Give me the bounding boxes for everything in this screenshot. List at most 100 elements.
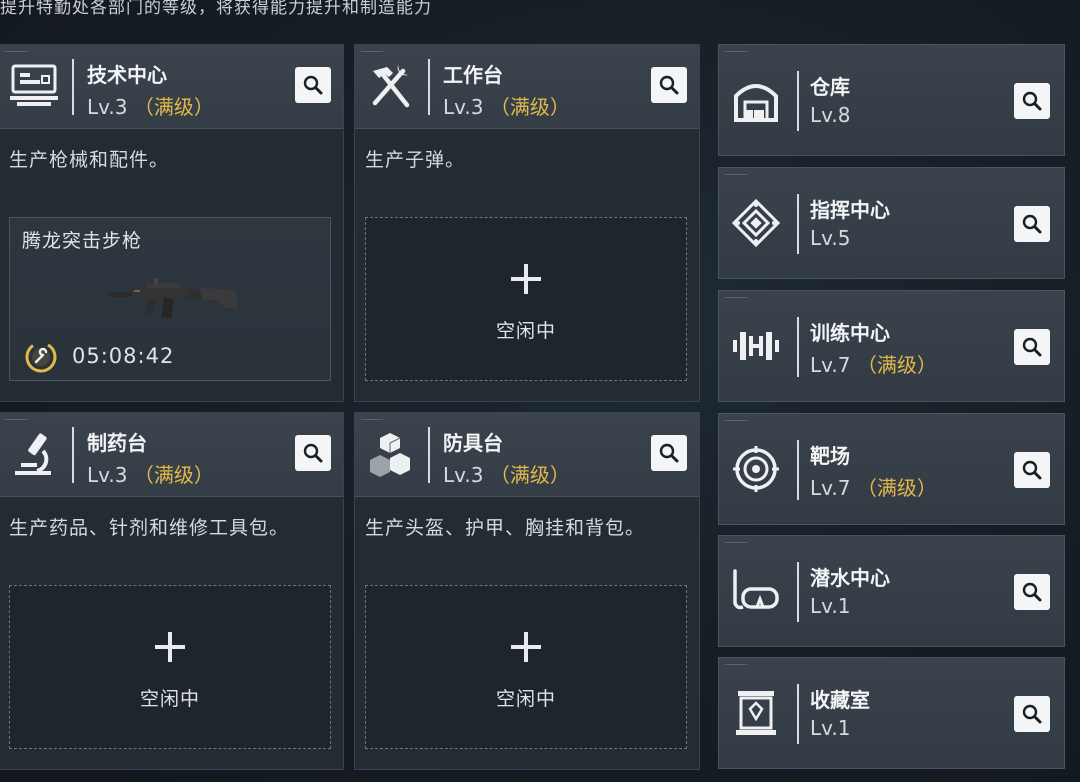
facility-level: Lv.1 [810, 716, 851, 740]
max-level-tag: （满级） [133, 95, 214, 119]
workshop-name: 技术中心 [87, 63, 167, 87]
corner-mark [725, 297, 747, 303]
workshop-name: 制药台 [87, 431, 147, 455]
diving-mask-icon [729, 564, 783, 618]
production-slot-empty[interactable]: 空闲中 [9, 585, 331, 749]
magnifier-icon [1022, 460, 1042, 480]
facility-card-collection-room[interactable]: 收藏室 Lv.1 [718, 657, 1065, 769]
slot-status-label: 空闲中 [495, 320, 556, 342]
magnifier-icon [659, 443, 679, 463]
magnifier-icon [1022, 704, 1042, 724]
corner-mark [5, 51, 27, 57]
display-case-icon [729, 686, 783, 740]
hammer-wrench-icon [363, 59, 417, 113]
header-divider [797, 194, 799, 254]
card-header: 技术中心 Lv.3 （满级） [0, 45, 343, 129]
workshop-card-tech-center[interactable]: 技术中心 Lv.3 （满级） 生产枪械和配件。 腾龙突击步枪 05:08:42 [0, 44, 344, 402]
workshop-card-workbench[interactable]: 工作台 Lv.3 （满级） 生产子弹。 空闲中 [354, 44, 700, 402]
workshop-description: 生产子弹。 [365, 149, 466, 171]
inspect-button[interactable] [1014, 574, 1050, 610]
corner-mark [725, 51, 747, 57]
facility-level: Lv.7 （满级） [810, 476, 937, 500]
add-production-icon [155, 632, 185, 662]
header-divider [72, 59, 74, 115]
facility-name: 靶场 [810, 444, 850, 468]
facility-card-warehouse[interactable]: 仓库 Lv.8 [718, 44, 1065, 156]
inspect-button[interactable] [295, 67, 331, 103]
workshop-level: Lv.3 （满级） [87, 95, 214, 119]
corner-mark [725, 420, 747, 426]
inspect-button[interactable] [651, 67, 687, 103]
max-level-tag: （满级） [856, 476, 937, 500]
corner-mark [361, 51, 383, 57]
header-divider [797, 71, 799, 131]
header-divider [72, 427, 74, 483]
production-slot-empty[interactable]: 空闲中 [365, 585, 687, 749]
header-divider [428, 427, 430, 483]
header-divider [797, 562, 799, 622]
corner-mark [725, 542, 747, 548]
slot-status-label: 空闲中 [495, 688, 556, 710]
facility-card-command-center[interactable]: 指挥中心 Lv.5 [718, 167, 1065, 279]
facility-card-diving-center[interactable]: 潜水中心 Lv.1 [718, 535, 1065, 647]
facility-level: Lv.1 [810, 594, 851, 618]
workshop-name: 工作台 [443, 63, 503, 87]
inspect-button[interactable] [1014, 696, 1050, 732]
inspect-button[interactable] [295, 435, 331, 471]
microscope-icon [7, 427, 61, 481]
target-icon [729, 442, 783, 496]
computer-terminal-icon [7, 59, 61, 113]
facility-card-training-center[interactable]: 训练中心 Lv.7 （满级） [718, 290, 1065, 402]
facility-name: 收藏室 [810, 688, 870, 712]
card-header: 工作台 Lv.3 （满级） [355, 45, 699, 129]
workshop-card-armor-bench[interactable]: 防具台 Lv.3 （满级） 生产头盔、护甲、胸挂和背包。 空闲中 [354, 412, 700, 770]
header-divider [428, 59, 430, 115]
magnifier-icon [659, 75, 679, 95]
armor-cubes-icon [363, 427, 417, 481]
workshop-description: 生产枪械和配件。 [9, 149, 170, 171]
header-divider [797, 684, 799, 744]
magnifier-icon [1022, 91, 1042, 111]
warehouse-icon [729, 73, 783, 127]
corner-mark [725, 174, 747, 180]
facility-name: 训练中心 [810, 321, 890, 345]
inspect-button[interactable] [1014, 452, 1050, 488]
corner-mark [725, 664, 747, 670]
workshop-level: Lv.3 （满级） [443, 463, 570, 487]
facility-level: Lv.8 [810, 103, 851, 127]
production-slot-busy[interactable]: 腾龙突击步枪 05:08:42 [9, 217, 331, 381]
max-level-tag: （满级） [489, 95, 570, 119]
inspect-button[interactable] [1014, 206, 1050, 242]
add-production-icon [511, 632, 541, 662]
facility-name: 指挥中心 [810, 198, 890, 222]
magnifier-icon [303, 443, 323, 463]
workshop-level: Lv.3 （满级） [443, 95, 570, 119]
corner-mark [361, 419, 383, 425]
assault-rifle-icon [108, 278, 238, 319]
workshop-card-pharmacy[interactable]: 制药台 Lv.3 （满级） 生产药品、针剂和维修工具包。 空闲中 [0, 412, 344, 770]
inspect-button[interactable] [651, 435, 687, 471]
production-slot-empty[interactable]: 空闲中 [365, 217, 687, 381]
facility-level: Lv.5 [810, 226, 851, 250]
magnifier-icon [1022, 582, 1042, 602]
facility-name: 仓库 [810, 75, 850, 99]
facility-name: 潜水中心 [810, 566, 890, 590]
facility-level: Lv.7 （满级） [810, 353, 937, 377]
inspect-button[interactable] [1014, 329, 1050, 365]
production-item-name: 腾龙突击步枪 [22, 230, 143, 252]
header-divider [797, 317, 799, 377]
add-production-icon [511, 264, 541, 294]
page-subtitle: 提升特勤处各部门的等级，将获得能力提升和制造能力 [0, 0, 432, 18]
slot-status-label: 空闲中 [139, 688, 200, 710]
command-emblem-icon [729, 196, 783, 250]
card-header: 制药台 Lv.3 （满级） [0, 413, 343, 497]
workshop-description: 生产头盔、护甲、胸挂和背包。 [365, 517, 646, 539]
max-level-tag: （满级） [856, 353, 937, 377]
card-header: 防具台 Lv.3 （满级） [355, 413, 699, 497]
max-level-tag: （满级） [133, 463, 214, 487]
facility-card-shooting-range[interactable]: 靶场 Lv.7 （满级） [718, 413, 1065, 525]
wrench-timer-icon [25, 341, 57, 373]
dumbbell-icon [729, 319, 783, 373]
corner-mark [5, 419, 27, 425]
inspect-button[interactable] [1014, 83, 1050, 119]
